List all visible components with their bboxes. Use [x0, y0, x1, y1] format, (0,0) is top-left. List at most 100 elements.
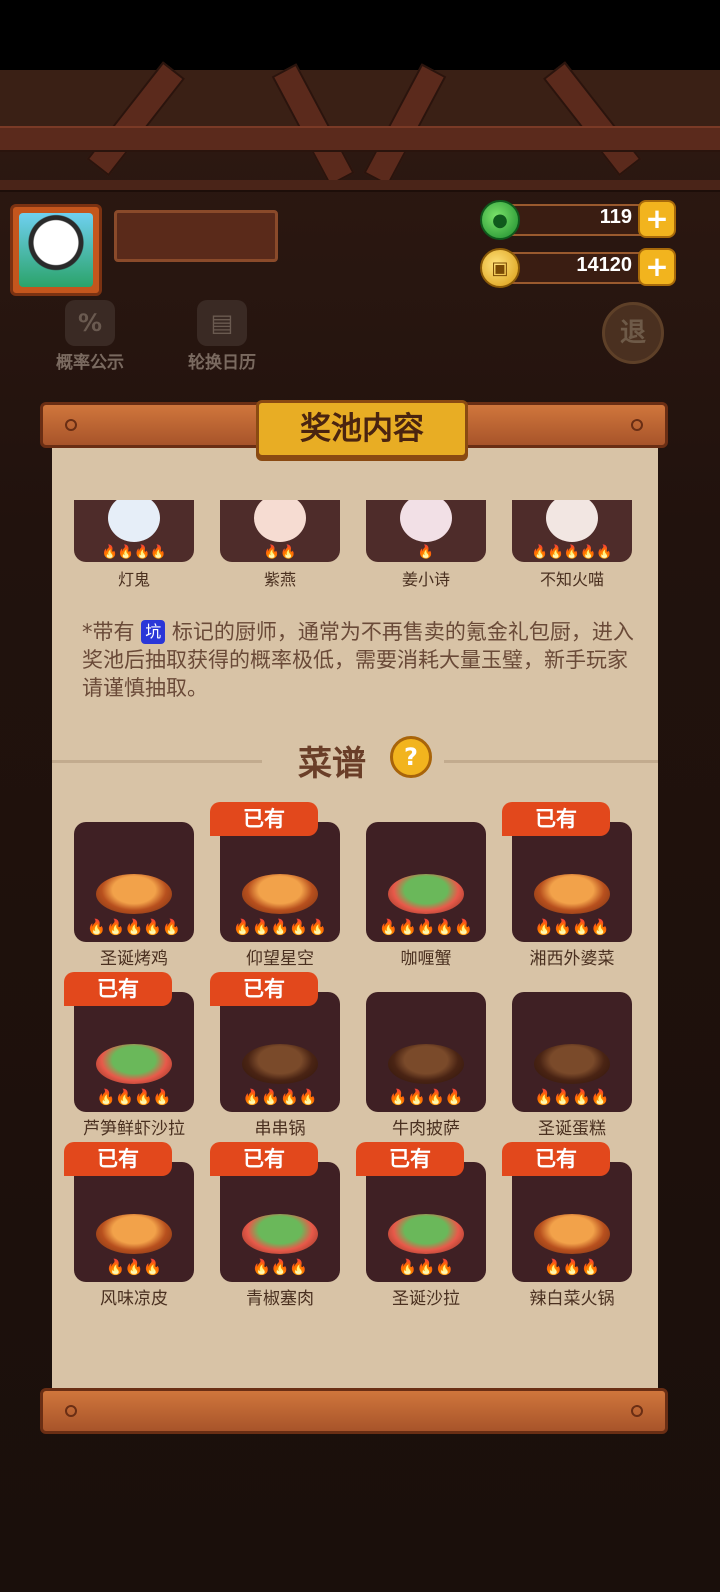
chef-rarity: 🔥🔥🔥🔥 [101, 545, 167, 560]
scroll-bottom-rod [40, 1388, 668, 1434]
recipes-title: 菜谱 [298, 744, 366, 784]
recipe-rarity: 🔥🔥🔥🔥🔥 [379, 918, 473, 936]
nail [65, 1405, 77, 1417]
recipe-rarity: 🔥🔥🔥 [543, 1258, 601, 1276]
ceiling [0, 70, 720, 126]
recipe-rarity: 🔥🔥🔥🔥 [534, 918, 610, 936]
chef-portrait: 🔥🔥🔥🔥🔥 [512, 500, 632, 562]
probability-button[interactable]: % 概率公示 [40, 300, 140, 373]
chef-portrait: 🔥🔥🔥🔥 [74, 500, 194, 562]
chef-name: 紫燕 [263, 570, 296, 589]
dish-image [534, 874, 610, 914]
recipe-rarity: 🔥🔥🔥 [251, 1258, 309, 1276]
recipe-rarity: 🔥🔥🔥🔥🔥 [233, 918, 327, 936]
panel-title: 奖池内容 [256, 400, 468, 458]
dish-image [388, 874, 464, 914]
nail [65, 419, 77, 431]
add-gems-button[interactable]: + [638, 200, 676, 238]
dish-image [96, 874, 172, 914]
recipe-name: 咖喱蟹 [400, 949, 452, 969]
chef-name: 姜小诗 [401, 570, 450, 589]
coin-value: 14120 [576, 254, 632, 276]
calendar-button[interactable]: ▤ 轮换日历 [172, 300, 272, 373]
gem-icon: ● [480, 200, 520, 240]
percent-icon: % [65, 300, 115, 346]
dish-image [242, 1044, 318, 1084]
chef-card[interactable]: 🔥🔥 紫燕 [220, 500, 340, 590]
recipe-name: 青椒塞肉 [246, 1289, 314, 1309]
owned-badge: 已有 [64, 972, 172, 1006]
chef-rarity: 🔥 [417, 545, 435, 560]
recipe-name: 圣诞沙拉 [392, 1289, 460, 1309]
gem-bar [498, 204, 660, 236]
shelf-rail [0, 180, 720, 192]
exit-button[interactable]: 退 [602, 302, 664, 364]
recipe-card[interactable]: 🔥🔥🔥🔥 湘西外婆菜 已有 [502, 802, 632, 972]
divider [444, 760, 658, 763]
recipe-card[interactable]: 🔥🔥🔥🔥🔥 咖喱蟹 [366, 802, 486, 972]
recipe-card[interactable]: 🔥🔥🔥🔥🔥 仰望星空 已有 [210, 802, 340, 972]
recipe-card[interactable]: 🔥🔥🔥 圣诞沙拉 已有 [356, 1142, 486, 1312]
owned-badge: 已有 [64, 1142, 172, 1176]
owned-badge: 已有 [502, 802, 610, 836]
nail [631, 419, 643, 431]
recipe-card[interactable]: 🔥🔥🔥🔥 牛肉披萨 [366, 972, 486, 1142]
recipe-card[interactable]: 🔥🔥🔥 风味凉皮 已有 [64, 1142, 194, 1312]
chef-portrait: 🔥 [366, 500, 486, 562]
pool-note: *带有 坑 标记的厨师，通常为不再售卖的氪金礼包厨，进入奖池后抽取获得的概率极低… [82, 618, 642, 702]
chef-rarity: 🔥🔥 [263, 545, 297, 560]
note-prefix: *带有 [82, 620, 135, 644]
recipe-name: 圣诞蛋糕 [538, 1119, 606, 1139]
gem-value: 119 [599, 206, 632, 228]
owned-badge: 已有 [210, 802, 318, 836]
divider [52, 760, 262, 763]
dish-image [242, 1214, 318, 1254]
keng-tag: 坑 [141, 620, 166, 644]
recipe-rarity: 🔥🔥🔥🔥🔥 [87, 918, 181, 936]
chef-name: 不知火喵 [539, 570, 604, 589]
nail [631, 1405, 643, 1417]
recipe-rarity: 🔥🔥🔥🔥 [388, 1088, 464, 1106]
dish-image [534, 1044, 610, 1084]
dish-image [96, 1214, 172, 1254]
recipe-name: 湘西外婆菜 [529, 949, 615, 969]
recipe-name: 仰望星空 [246, 949, 314, 969]
add-coins-button[interactable]: + [638, 248, 676, 286]
dish-image [96, 1044, 172, 1084]
recipe-card[interactable]: 🔥🔥🔥 辣白菜火锅 已有 [502, 1142, 632, 1312]
owned-badge: 已有 [502, 1142, 610, 1176]
prize-pool-panel: 🔥🔥🔥🔥 灯鬼 🔥🔥 紫燕 🔥 姜小诗 🔥🔥🔥🔥🔥 不知火喵 *带有 坑 标记的… [52, 440, 658, 1390]
recipe-card[interactable]: 🔥🔥🔥🔥 圣诞蛋糕 [512, 972, 632, 1142]
recipe-card[interactable]: 🔥🔥🔥🔥 芦笋鲜虾沙拉 已有 [64, 972, 194, 1142]
chef-list: 🔥🔥🔥🔥 灯鬼 🔥🔥 紫燕 🔥 姜小诗 🔥🔥🔥🔥🔥 不知火喵 [74, 500, 634, 590]
help-button[interactable]: ? [390, 736, 432, 778]
dish-image [388, 1214, 464, 1254]
owned-badge: 已有 [356, 1142, 464, 1176]
owned-badge: 已有 [210, 1142, 318, 1176]
ceiling-beam [0, 126, 720, 152]
player-name-box [114, 210, 278, 262]
calendar-icon: ▤ [197, 300, 247, 346]
avatar [19, 213, 93, 287]
recipe-card[interactable]: 🔥🔥🔥🔥🔥 圣诞烤鸡 [74, 802, 194, 972]
recipe-name: 芦笋鲜虾沙拉 [83, 1119, 185, 1139]
gem-counter: ● 119 + [480, 200, 676, 240]
player-avatar-button[interactable] [10, 204, 102, 296]
coin-counter: ▣ 14120 + [480, 248, 676, 288]
status-bar [0, 0, 720, 70]
chef-card[interactable]: 🔥🔥🔥🔥 灯鬼 [74, 500, 194, 590]
chef-card[interactable]: 🔥 姜小诗 [366, 500, 486, 590]
recipe-card[interactable]: 🔥🔥🔥 青椒塞肉 已有 [210, 1142, 340, 1312]
dish-image [242, 874, 318, 914]
recipe-name: 牛肉披萨 [392, 1119, 460, 1139]
chef-name: 灯鬼 [117, 570, 150, 589]
chef-portrait: 🔥🔥 [220, 500, 340, 562]
recipe-name: 辣白菜火锅 [529, 1289, 615, 1309]
chef-card[interactable]: 🔥🔥🔥🔥🔥 不知火喵 [512, 500, 632, 590]
recipe-card[interactable]: 🔥🔥🔥🔥 串串锅 已有 [210, 972, 340, 1142]
recipe-rarity: 🔥🔥🔥🔥 [96, 1088, 172, 1106]
recipe-name: 串串锅 [254, 1119, 306, 1139]
chef-rarity: 🔥🔥🔥🔥🔥 [531, 545, 613, 560]
recipe-name: 风味凉皮 [100, 1289, 168, 1309]
recipe-rarity: 🔥🔥🔥🔥 [242, 1088, 318, 1106]
